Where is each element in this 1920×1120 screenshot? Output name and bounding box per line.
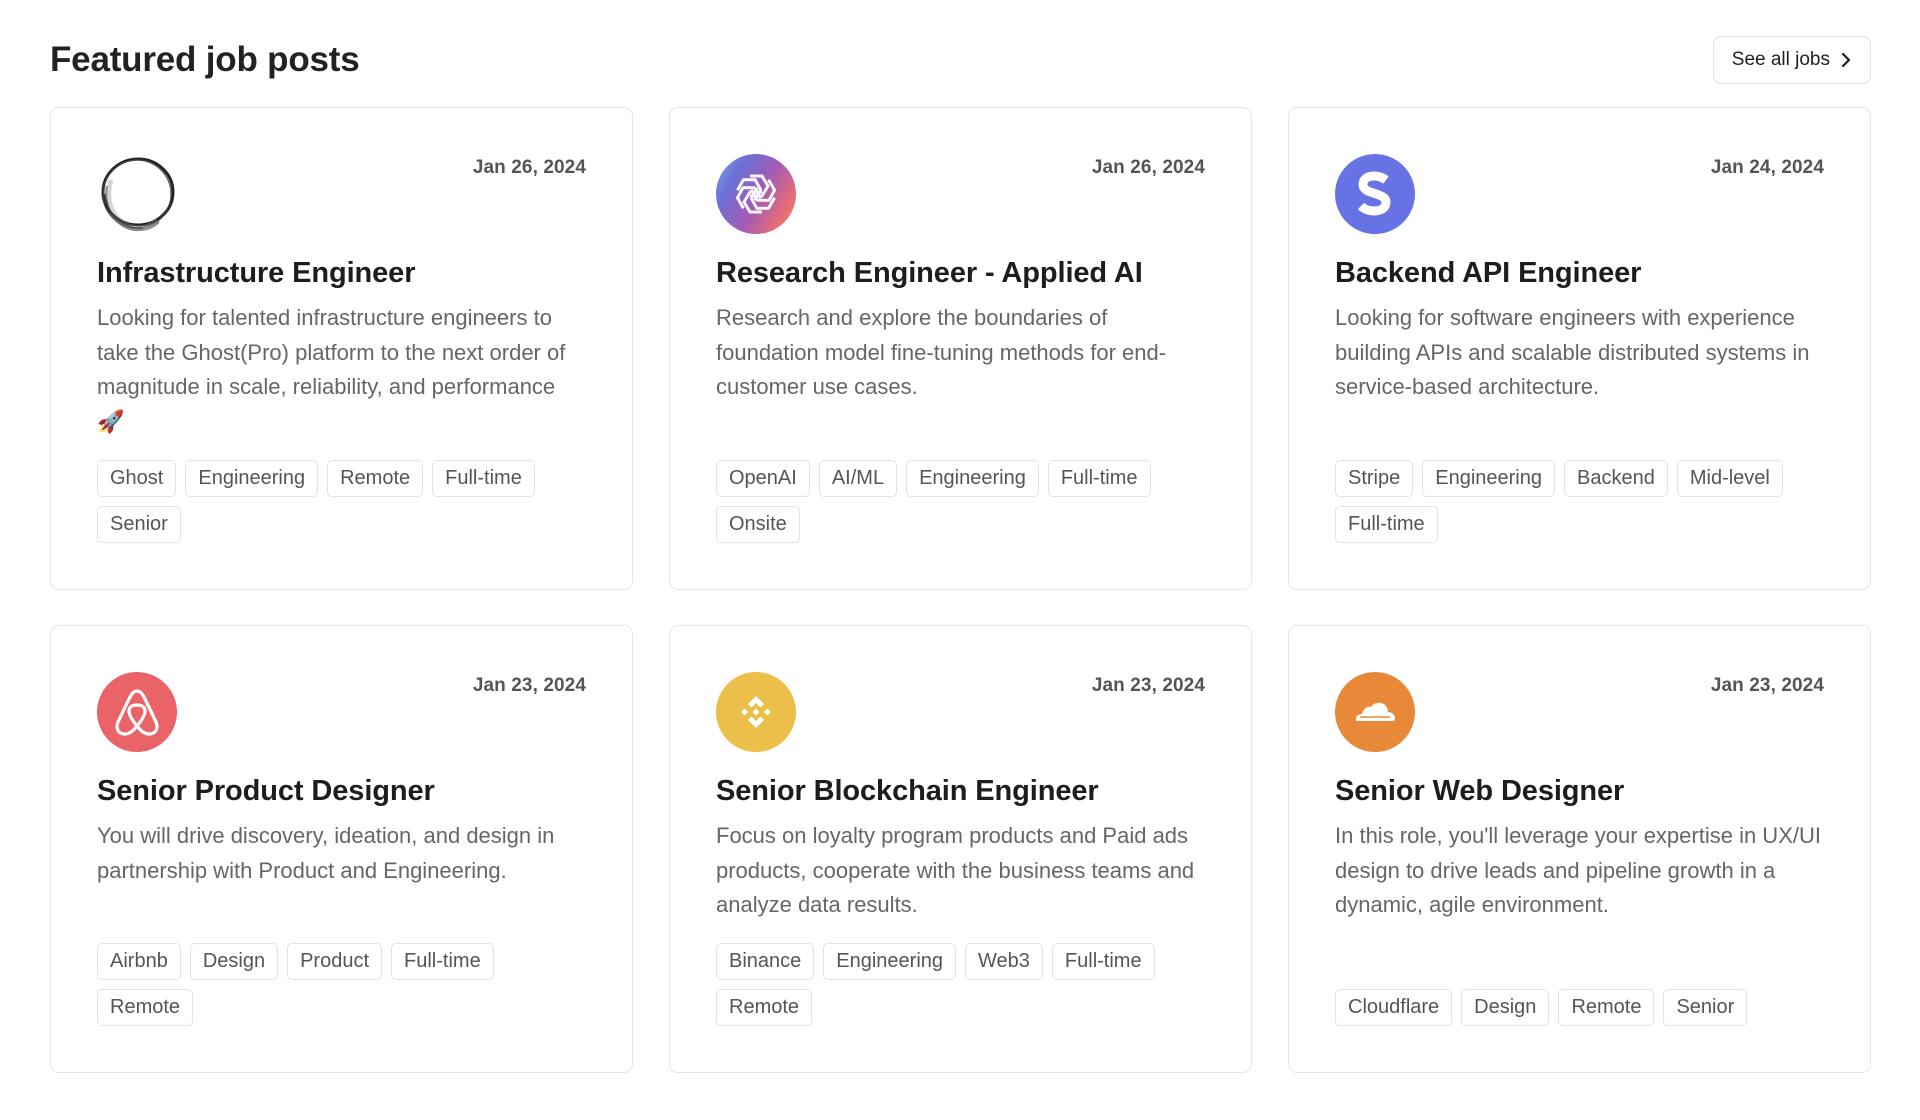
job-title[interactable]: Senior Blockchain Engineer bbox=[716, 773, 1205, 809]
tag[interactable]: Engineering bbox=[185, 460, 319, 497]
tag[interactable]: Senior bbox=[1663, 989, 1748, 1026]
tag-list: Cloudflare Design Remote Senior bbox=[1335, 989, 1815, 1026]
tag-list: Stripe Engineering Backend Mid-level Ful… bbox=[1335, 460, 1815, 543]
tag-list: Ghost Engineering Remote Full-time Senio… bbox=[97, 460, 577, 543]
tag[interactable]: Stripe bbox=[1335, 460, 1414, 497]
job-description: Focus on loyalty program products and Pa… bbox=[716, 823, 1195, 917]
tag[interactable]: Remote bbox=[1558, 989, 1655, 1026]
chevron-right-icon bbox=[1840, 52, 1852, 68]
ghost-logo-icon bbox=[97, 154, 177, 234]
job-card[interactable]: Jan 26, 2024 Infrastructure Engineer Loo… bbox=[50, 107, 633, 590]
post-date: Jan 26, 2024 bbox=[472, 157, 586, 178]
job-grid: Jan 26, 2024 Infrastructure Engineer Loo… bbox=[50, 107, 1871, 1073]
job-card[interactable]: Jan 23, 2024 Senior Web Designer In this… bbox=[1288, 625, 1871, 1073]
tag[interactable]: Onsite bbox=[716, 506, 800, 543]
tag[interactable]: Full-time bbox=[1047, 460, 1151, 497]
job-title[interactable]: Senior Web Designer bbox=[1335, 773, 1824, 809]
post-date: Jan 23, 2024 bbox=[1091, 675, 1205, 696]
tag[interactable]: Backend bbox=[1564, 460, 1668, 497]
card-header: Jan 24, 2024 bbox=[1335, 154, 1824, 234]
tag[interactable]: Senior bbox=[97, 506, 181, 543]
tag[interactable]: Binance bbox=[716, 943, 815, 980]
tag[interactable]: Remote bbox=[97, 989, 194, 1026]
tag[interactable]: Design bbox=[1461, 989, 1550, 1026]
see-all-jobs-button[interactable]: See all jobs bbox=[1712, 36, 1871, 84]
job-description: Looking for talented infrastructure engi… bbox=[97, 305, 566, 434]
job-description: You will drive discovery, ideation, and … bbox=[97, 823, 555, 883]
job-card[interactable]: Jan 26, 2024 Research Engineer - Applied… bbox=[669, 107, 1252, 590]
tag[interactable]: Airbnb bbox=[97, 943, 181, 980]
card-header: Jan 23, 2024 bbox=[97, 672, 586, 752]
tag[interactable]: Full-time bbox=[1051, 943, 1155, 980]
stripe-logo-icon bbox=[1335, 154, 1415, 234]
job-title[interactable]: Infrastructure Engineer bbox=[97, 255, 586, 291]
binance-logo-icon bbox=[716, 672, 796, 752]
job-title[interactable]: Backend API Engineer bbox=[1335, 255, 1824, 291]
tag[interactable]: Cloudflare bbox=[1335, 989, 1453, 1026]
tag[interactable]: Ghost bbox=[97, 460, 177, 497]
post-date: Jan 23, 2024 bbox=[1710, 675, 1824, 696]
post-date: Jan 23, 2024 bbox=[472, 675, 586, 696]
card-header: Jan 23, 2024 bbox=[1335, 672, 1824, 752]
airbnb-logo-icon bbox=[97, 672, 177, 752]
cloudflare-logo-icon bbox=[1335, 672, 1415, 752]
tag[interactable]: Engineering bbox=[1422, 460, 1555, 497]
job-description: Research and explore the boundaries of f… bbox=[716, 305, 1167, 399]
tag[interactable]: Engineering bbox=[823, 943, 957, 980]
tag[interactable]: Product bbox=[287, 943, 383, 980]
tag[interactable]: AI/ML bbox=[818, 460, 898, 497]
tag[interactable]: Full-time bbox=[1335, 506, 1438, 543]
page-title: Featured job posts bbox=[50, 40, 360, 79]
tag[interactable]: Remote bbox=[716, 989, 813, 1026]
job-title[interactable]: Research Engineer - Applied AI bbox=[716, 255, 1205, 291]
job-title[interactable]: Senior Product Designer bbox=[97, 773, 586, 809]
post-date: Jan 24, 2024 bbox=[1710, 157, 1824, 178]
card-header: Jan 26, 2024 bbox=[97, 154, 586, 234]
card-header: Jan 23, 2024 bbox=[716, 672, 1205, 752]
tag[interactable]: Remote bbox=[327, 460, 424, 497]
section-header: Featured job posts See all jobs bbox=[50, 36, 1871, 84]
tag[interactable]: OpenAI bbox=[716, 460, 810, 497]
tag[interactable]: Full-time bbox=[391, 943, 494, 980]
job-description: In this role, you'll leverage your exper… bbox=[1335, 823, 1821, 917]
job-card[interactable]: Jan 23, 2024 Senior Product Designer You… bbox=[50, 625, 633, 1073]
tag-list: OpenAI AI/ML Engineering Full-time Onsit… bbox=[716, 460, 1196, 543]
openai-logo-icon bbox=[716, 154, 796, 234]
see-all-jobs-label: See all jobs bbox=[1731, 49, 1830, 70]
job-description: Looking for software engineers with expe… bbox=[1335, 305, 1810, 399]
tag[interactable]: Engineering bbox=[906, 460, 1039, 497]
job-card[interactable]: Jan 24, 2024 Backend API Engineer Lookin… bbox=[1288, 107, 1871, 590]
tag-list: Airbnb Design Product Full-time Remote bbox=[97, 943, 577, 1026]
card-header: Jan 26, 2024 bbox=[716, 154, 1205, 234]
tag[interactable]: Mid-level bbox=[1676, 460, 1783, 497]
job-card[interactable]: Jan 23, 2024 Senior Blockchain Engineer … bbox=[669, 625, 1252, 1073]
tag-list: Binance Engineering Web3 Full-time Remot… bbox=[716, 943, 1196, 1026]
tag[interactable]: Design bbox=[189, 943, 279, 980]
post-date: Jan 26, 2024 bbox=[1091, 157, 1205, 178]
tag[interactable]: Full-time bbox=[432, 460, 535, 497]
tag[interactable]: Web3 bbox=[965, 943, 1043, 980]
